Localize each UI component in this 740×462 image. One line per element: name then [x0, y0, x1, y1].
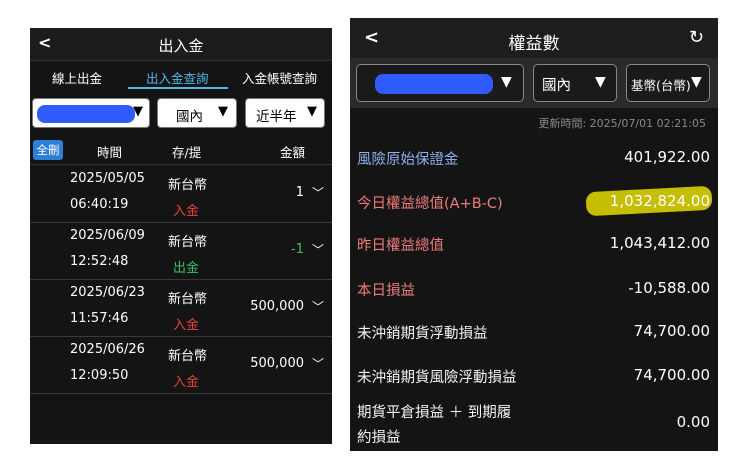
row-type: 出金	[173, 261, 200, 276]
period-select[interactable]: 近半年 ▼	[245, 98, 325, 128]
item-value: 1,043,412.00	[609, 234, 710, 252]
refresh-icon[interactable]: ↻	[689, 27, 704, 48]
item-value: 74,700.00	[633, 366, 710, 384]
page-title: 權益數	[508, 34, 560, 54]
header: < 權益數 ↻	[350, 18, 718, 58]
row-amount: 500,000	[250, 356, 304, 371]
table-row[interactable]: 2025/06/23 11:57:46 新台幣 入金 500,000 ﹀	[30, 280, 332, 337]
page-title: 出入金	[158, 37, 204, 55]
tab-deposit-account-query[interactable]: 入金帳號查詢	[242, 68, 317, 87]
cash-flow-panel: < 出入金 線上出金 出入金查詢 入金帳號查詢 1 ▼ 國內 ▼ 近半年 ▼ 全…	[30, 28, 332, 444]
period-select-value: 近半年	[256, 109, 297, 125]
column-type: 存/提	[172, 145, 202, 160]
currency-select-value: 基幣(台幣)	[631, 78, 691, 93]
item-label-line2: 約損益	[357, 430, 401, 446]
item-label: 期貨平倉損益 ＋ 到期履	[357, 405, 512, 421]
row-currency: 新台幣	[168, 235, 208, 250]
update-time: 更新時間: 2025/07/01 02:21:05	[538, 117, 706, 130]
redaction-mark	[37, 105, 135, 123]
filter-bar: 1 ▼ 國內 ▼ 基幣(台幣) ▼	[350, 58, 718, 108]
item-value: -10,588.00	[628, 279, 710, 297]
dropdown-arrow-icon: ▼	[691, 74, 702, 90]
tab-cash-flow-query[interactable]: 出入金查詢	[146, 68, 209, 87]
redaction-mark	[375, 74, 493, 94]
tab-online-withdraw[interactable]: 線上出金	[52, 68, 102, 87]
dropdown-arrow-icon: ▼	[595, 74, 606, 90]
item-label: 風險原始保證金	[357, 152, 459, 168]
delete-all-button[interactable]: 全刪	[33, 140, 63, 160]
row-amount: 500,000	[250, 299, 304, 314]
active-tab-indicator	[128, 87, 228, 89]
market-select-value: 國內	[542, 78, 571, 94]
market-select[interactable]: 國內 ▼	[157, 98, 237, 128]
item-value: 0.00	[676, 413, 710, 431]
item-value: 1,032,824.00	[609, 192, 710, 210]
tab-bar: 線上出金 出入金查詢 入金帳號查詢	[30, 62, 332, 90]
row-currency: 新台幣	[168, 349, 208, 364]
row-time: 12:52:48	[70, 254, 129, 269]
expand-chevron-icon[interactable]: ﹀	[312, 298, 324, 315]
row-amount: -1	[291, 242, 304, 257]
row-date: 2025/06/23	[70, 285, 145, 300]
item-value: 401,922.00	[624, 148, 710, 166]
header: < 出入金	[30, 28, 332, 61]
row-currency: 新台幣	[168, 292, 208, 307]
dropdown-arrow-icon: ▼	[133, 104, 143, 119]
row-type: 入金	[173, 204, 200, 219]
table-row[interactable]: 2025/06/09 12:52:48 新台幣 出金 -1 ﹀	[30, 223, 332, 280]
market-select[interactable]: 國內 ▼	[533, 64, 617, 102]
row-amount: 1	[295, 185, 304, 200]
item-label: 昨日權益總值	[357, 238, 444, 254]
column-time: 時間	[97, 145, 123, 160]
account-select[interactable]: 1 ▼	[32, 98, 150, 128]
row-time: 11:57:46	[70, 311, 129, 326]
row-type: 入金	[173, 375, 200, 390]
row-time: 12:09:50	[70, 368, 129, 383]
table-header: 全刪 時間 存/提 金額	[30, 136, 332, 165]
expand-chevron-icon[interactable]: ﹀	[312, 355, 324, 372]
equity-panel: < 權益數 ↻ 1 ▼ 國內 ▼ 基幣(台幣) ▼ 更新時間: 2025/07/…	[350, 18, 718, 451]
dropdown-arrow-icon: ▼	[218, 104, 228, 119]
expand-chevron-icon[interactable]: ﹀	[312, 184, 324, 201]
dropdown-arrow-icon: ▼	[307, 104, 317, 119]
item-label: 未沖銷期貨風險浮動損益	[357, 370, 517, 386]
item-label: 今日權益總值(A+B-C)	[357, 196, 503, 212]
dropdown-arrow-icon: ▼	[501, 74, 512, 90]
account-select[interactable]: 1 ▼	[356, 64, 524, 102]
row-currency: 新台幣	[168, 178, 208, 193]
row-time: 06:40:19	[70, 197, 129, 212]
table-row[interactable]: 2025/06/26 12:09:50 新台幣 入金 500,000 ﹀	[30, 337, 332, 394]
row-date: 2025/05/05	[70, 171, 145, 186]
row-date: 2025/06/09	[70, 228, 145, 243]
row-date: 2025/06/26	[70, 342, 145, 357]
item-label: 未沖銷期貨浮動損益	[357, 326, 488, 342]
table-row[interactable]: 2025/05/05 06:40:19 新台幣 入金 1 ﹀	[30, 166, 332, 223]
item-value: 74,700.00	[633, 322, 710, 340]
row-type: 入金	[173, 318, 200, 333]
currency-select[interactable]: 基幣(台幣) ▼	[626, 64, 710, 102]
item-label: 本日損益	[357, 283, 415, 299]
column-amount: 金額	[280, 145, 306, 160]
expand-chevron-icon[interactable]: ﹀	[312, 241, 324, 258]
market-select-value: 國內	[176, 109, 203, 125]
